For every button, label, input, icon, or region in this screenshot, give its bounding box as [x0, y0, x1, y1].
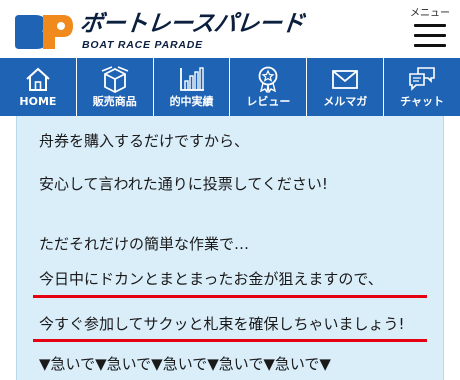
nav-item-review[interactable]: レビュー: [229, 58, 306, 116]
menu-button[interactable]: メニュー: [408, 8, 452, 52]
brand[interactable]: ボートレースパレード BOAT RACE PARADE: [78, 11, 306, 51]
hamburger-icon-bar: [414, 34, 446, 37]
nav-item-mailmag[interactable]: メルマガ: [306, 58, 383, 116]
nav-item-home[interactable]: HOME: [0, 58, 76, 116]
content-line: 舟券を購入するだけですから、: [39, 132, 250, 150]
main-nav: HOME 販売商品 的中実績 レビュー メルマガ チャット: [0, 58, 460, 116]
bar-chart-icon: [179, 67, 204, 91]
home-icon: [26, 67, 50, 91]
nav-label-home: HOME: [19, 95, 57, 108]
mail-icon: [332, 70, 359, 89]
hamburger-icon-bar: [414, 24, 446, 27]
content-line: 安心して言われた通りに投票してください!: [39, 175, 328, 193]
award-badge-icon: [258, 66, 278, 93]
nav-label-review: レビュー: [246, 95, 291, 108]
nav-label-products: 販売商品: [92, 95, 137, 108]
content-line-hurry: ▼急いで▼急いで▼急いで▼急いで▼急いで▼: [39, 355, 331, 373]
nav-item-products[interactable]: 販売商品: [75, 58, 153, 116]
boat-race-logo-icon[interactable]: [13, 13, 75, 51]
menu-label: メニュー: [410, 8, 450, 19]
site-header: ボートレースパレード BOAT RACE PARADE メニュー: [0, 0, 460, 58]
box-icon: [101, 66, 129, 93]
brand-name: ボートレースパレード: [78, 11, 306, 37]
nav-item-results[interactable]: 的中実績: [152, 58, 230, 116]
red-underline: [33, 339, 427, 342]
brand-subtitle: BOAT RACE PARADE: [82, 39, 203, 51]
content-line-highlighted: 今日中にドカンとまとまったお金が狙えますので、: [39, 270, 383, 288]
chat-icon: [409, 67, 435, 91]
content-line-highlighted: 今すぐ参加してサクッと札束を確保しちゃいましょう!: [39, 315, 405, 333]
nav-item-chat[interactable]: チャット: [383, 58, 460, 116]
nav-label-mailmag: メルマガ: [323, 95, 368, 108]
nav-label-chat: チャット: [400, 95, 444, 108]
hamburger-icon-bar: [414, 44, 446, 47]
article-content: 舟券を購入するだけですから、 安心して言われた通りに投票してください! ただそれ…: [16, 116, 444, 380]
nav-label-results: 的中実績: [169, 95, 214, 108]
red-underline: [33, 295, 427, 298]
content-line: ただそれだけの簡単な作業で…: [39, 235, 250, 253]
